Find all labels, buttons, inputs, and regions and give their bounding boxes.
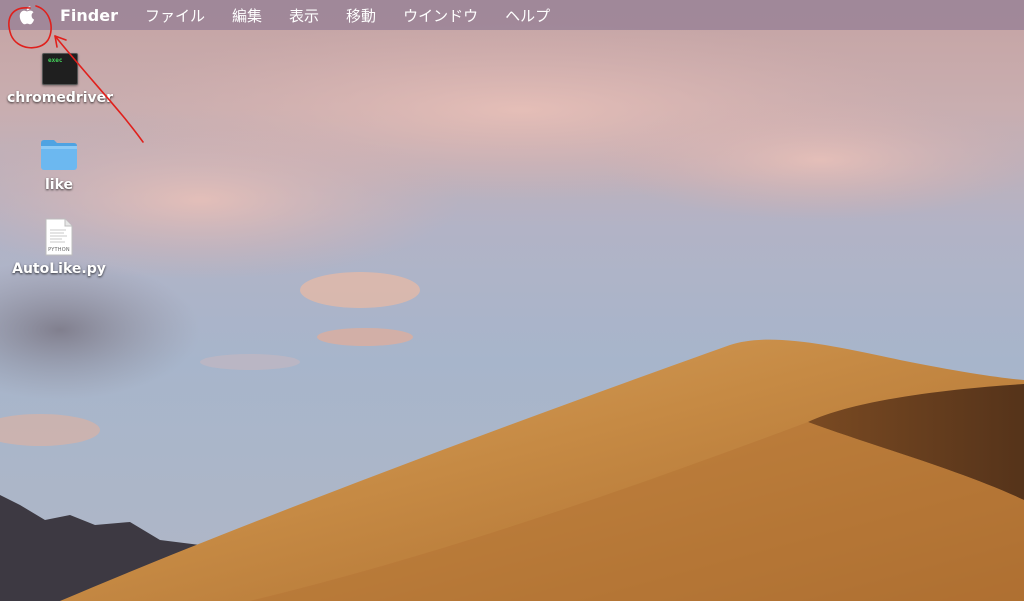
desktop-icon-chromedriver[interactable]: exec chromedriver — [5, 53, 115, 106]
desktop: Finder ファイル 編集 表示 移動 ウインドウ ヘルプ exec chro… — [0, 0, 1024, 601]
menu-app-finder[interactable]: Finder — [60, 6, 118, 25]
desktop-icon-label: like — [44, 177, 74, 193]
python-badge: PYTHON — [48, 247, 70, 253]
wallpaper — [0, 0, 1024, 601]
terminal-exec-icon: exec — [42, 53, 78, 85]
folder-icon — [39, 138, 79, 172]
desktop-icon-autolike[interactable]: PYTHON AutoLike.py — [4, 218, 114, 277]
python-document-icon: PYTHON — [45, 218, 73, 256]
menu-file[interactable]: ファイル — [145, 5, 205, 26]
desktop-icon-label: AutoLike.py — [12, 261, 106, 277]
apple-icon[interactable] — [6, 0, 46, 30]
menu-bar: Finder ファイル 編集 表示 移動 ウインドウ ヘルプ — [0, 0, 1024, 30]
menu-edit[interactable]: 編集 — [232, 5, 262, 26]
menu-view[interactable]: 表示 — [289, 5, 319, 26]
menu-go[interactable]: 移動 — [346, 5, 376, 26]
exec-badge: exec — [48, 57, 63, 64]
menu-help[interactable]: ヘルプ — [505, 5, 550, 26]
desktop-icon-label: chromedriver — [6, 90, 114, 106]
desktop-icon-like[interactable]: like — [4, 138, 114, 193]
menu-window[interactable]: ウインドウ — [403, 5, 478, 26]
